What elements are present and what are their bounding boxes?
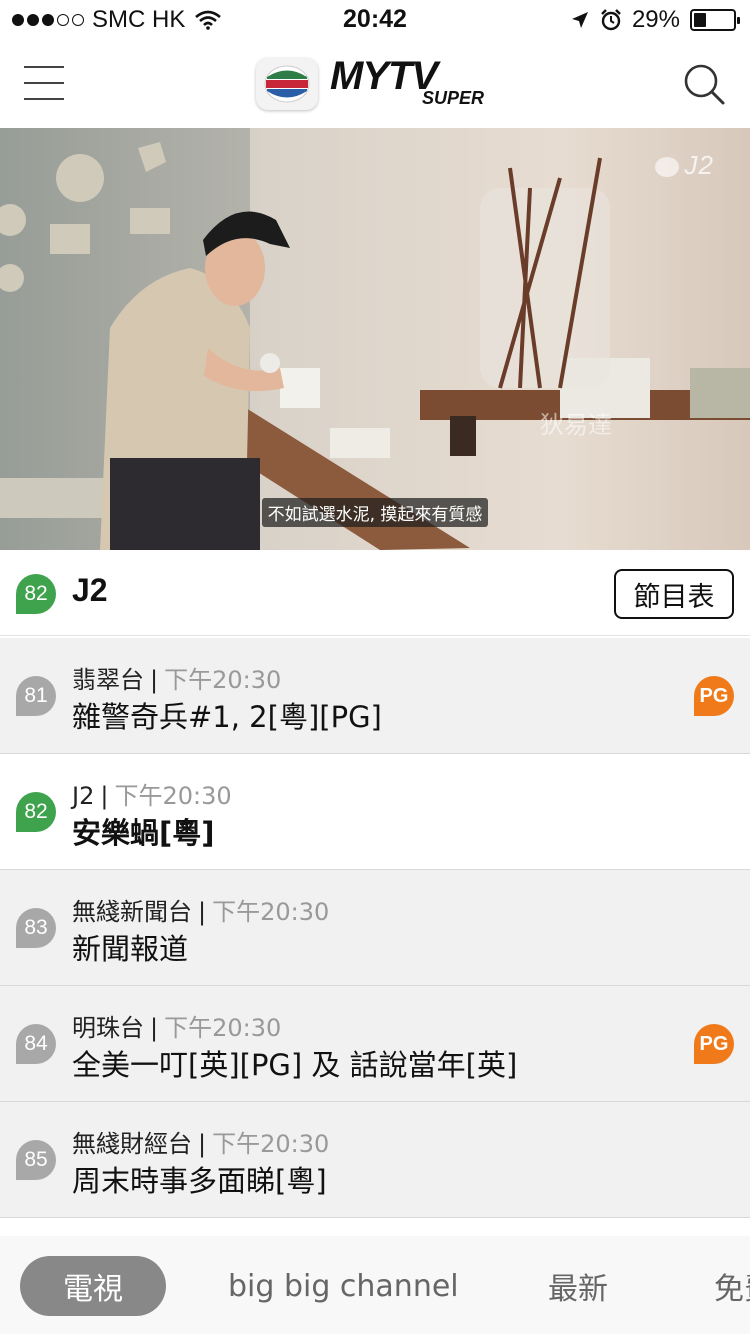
program-time: 下午20:30	[164, 1014, 282, 1042]
channel-number-badge: 81	[16, 676, 56, 716]
channel-meta: 明珠台 | 下午20:30	[72, 1008, 281, 1043]
channel-name: J2	[72, 782, 95, 810]
program-time: 下午20:30	[164, 666, 282, 694]
channel-meta: 無綫財經台 | 下午20:30	[72, 1124, 329, 1159]
channel-number-badge: 84	[16, 1024, 56, 1064]
tvb-logo-icon	[256, 58, 318, 110]
tab-3[interactable]: 免費	[714, 1256, 750, 1316]
battery-percent: 29%	[631, 6, 680, 33]
now-playing-bar: 82 J2 節目表	[0, 550, 750, 636]
current-channel-name: J2	[72, 572, 108, 608]
program-time: 下午20:30	[212, 898, 330, 926]
app-logo[interactable]: MYTV SUPER	[256, 54, 500, 110]
tab-1[interactable]: big big channel	[228, 1256, 459, 1316]
tab-2[interactable]: 最新	[548, 1256, 608, 1316]
location-arrow-icon	[571, 12, 588, 28]
battery-icon	[690, 9, 740, 31]
schedule-button[interactable]: 節目表	[614, 569, 734, 619]
channel-name: 無綫財經台	[72, 1130, 192, 1158]
search-icon[interactable]	[682, 62, 726, 106]
channel-name: 明珠台	[72, 1014, 144, 1042]
meta-separator: |	[150, 1014, 159, 1042]
channel-meta: 無綫新聞台 | 下午20:30	[72, 892, 329, 927]
app-header: MYTV SUPER	[0, 40, 750, 128]
channel-name: 無綫新聞台	[72, 898, 192, 926]
channel-row[interactable]: 82 J2 | 下午20:30 安樂蝸[粵]	[0, 754, 750, 870]
channel-name: 翡翠台	[72, 666, 144, 694]
carrier-name: SMC HK	[92, 6, 186, 33]
watermark-text: J2	[684, 150, 714, 180]
channel-number-badge: 82	[16, 792, 56, 832]
tvb-watermark-icon	[654, 157, 679, 178]
video-frame: 狄易達	[0, 128, 750, 550]
channel-list: 81 翡翠台 | 下午20:30 雜警奇兵#1, 2[粵][PG] PG 82 J2 | 下午20…	[0, 638, 750, 1218]
alarm-clock-icon	[601, 9, 621, 31]
meta-separator: |	[198, 898, 207, 926]
bottom-tab-bar: 電視 big big channel 最新 免費	[0, 1236, 750, 1334]
channel-row[interactable]: 85 無綫財經台 | 下午20:30 周末時事多面睇[粵]	[0, 1102, 750, 1218]
tab-0[interactable]: 電視	[20, 1256, 166, 1316]
channel-meta: 翡翠台 | 下午20:30	[72, 660, 281, 695]
program-title: 新聞報道	[72, 932, 189, 966]
channel-row[interactable]: 84 明珠台 | 下午20:30 全美一叮[英][PG] 及 話說當年[英] PG	[0, 986, 750, 1102]
signal-strength-icon	[12, 14, 84, 26]
program-title: 安樂蝸[粵]	[72, 816, 215, 850]
program-title: 雜警奇兵#1, 2[粵][PG]	[72, 700, 382, 734]
channel-meta: J2 | 下午20:30	[72, 776, 232, 811]
meta-separator: |	[198, 1130, 207, 1158]
video-player[interactable]: 狄易達 J2	[0, 128, 750, 550]
wifi-icon	[195, 10, 222, 30]
channel-row[interactable]: 83 無綫新聞台 | 下午20:30 新聞報道	[0, 870, 750, 986]
current-channel-number: 82	[16, 574, 56, 614]
channel-number-badge: 83	[16, 908, 56, 948]
status-bar: SMC HK 20:42 29%	[0, 0, 750, 40]
program-title: 周末時事多面睇[粵]	[72, 1164, 327, 1198]
channel-row[interactable]: 81 翡翠台 | 下午20:30 雜警奇兵#1, 2[粵][PG] PG	[0, 638, 750, 754]
pg-rating-badge: PG	[694, 676, 734, 716]
status-right: 29%	[570, 6, 740, 34]
status-left: SMC HK	[12, 6, 222, 34]
channel-number-badge: 85	[16, 1140, 56, 1180]
channel-watermark: J2	[654, 150, 714, 181]
meta-separator: |	[150, 666, 159, 694]
program-time: 下午20:30	[114, 782, 232, 810]
battery-level-fill	[694, 13, 706, 27]
program-title: 全美一叮[英][PG] 及 話說當年[英]	[72, 1048, 518, 1082]
menu-icon[interactable]	[24, 64, 64, 104]
meta-separator: |	[100, 782, 109, 810]
mytv-super-wordmark: MYTV SUPER	[330, 54, 500, 110]
svg-text:狄易達: 狄易達	[540, 411, 612, 439]
pg-rating-badge: PG	[694, 1024, 734, 1064]
logo-sub-text: SUPER	[422, 88, 485, 108]
program-time: 下午20:30	[212, 1130, 330, 1158]
